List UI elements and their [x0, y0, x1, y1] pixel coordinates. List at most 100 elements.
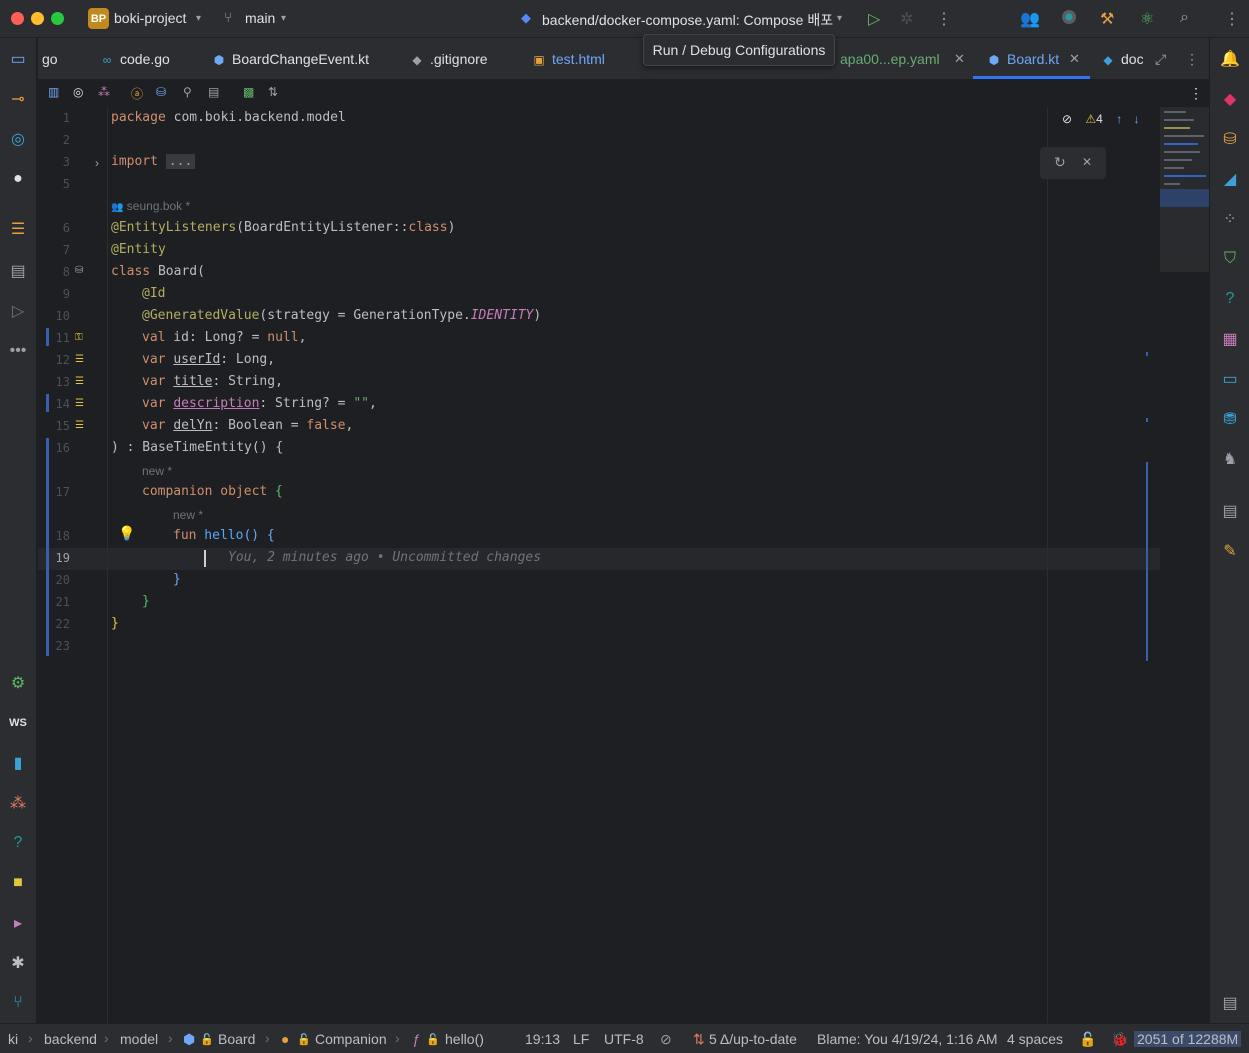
reload-icon[interactable]: ↻ — [1054, 154, 1066, 171]
expand-icon[interactable]: ⤢ — [1155, 51, 1166, 68]
target-icon[interactable]: ◎ — [73, 85, 83, 99]
ai-assistant-icon[interactable]: ⚛ — [1140, 9, 1154, 29]
run-debug-icon[interactable]: ▷ — [7, 300, 29, 322]
table-icon[interactable]: ▦ — [1219, 328, 1241, 350]
github-icon[interactable]: ● — [7, 168, 29, 190]
new-hint[interactable]: new * — [142, 464, 172, 478]
indent-setting[interactable]: 4 spaces — [1007, 1031, 1063, 1047]
cat-icon[interactable]: ♞ — [1219, 448, 1241, 470]
settings-icon[interactable]: ⋮ — [1224, 9, 1240, 29]
breadcrumb-item[interactable]: Board — [218, 1031, 255, 1047]
websocket-icon[interactable]: WS — [7, 712, 29, 734]
reader-mode-icon[interactable]: ⊘ — [1062, 112, 1072, 126]
tab-gitignore[interactable]: ◆ .gitignore — [410, 51, 487, 67]
author-hint[interactable]: 👥 seung.bok * — [111, 199, 190, 213]
help-icon[interactable]: ? — [1219, 288, 1241, 310]
tab-yaml[interactable]: apa00...ep.yaml — [840, 51, 940, 67]
search-icon[interactable]: ⌕ — [1180, 9, 1189, 27]
tab-code-go[interactable]: ∞ code.go — [100, 51, 170, 67]
arrow-up-icon[interactable]: ↑ — [1116, 112, 1122, 126]
breadcrumb-item[interactable]: ki — [8, 1031, 18, 1047]
notes-icon[interactable]: ✎ — [1219, 540, 1241, 562]
tab-board-kt[interactable]: ⬢ Board.kt — [987, 51, 1059, 67]
folded-imports[interactable]: ... — [165, 154, 196, 169]
sort-icon[interactable]: ⇅ — [268, 85, 278, 99]
mysql-icon[interactable]: ◢ — [1219, 168, 1241, 190]
kubernetes-icon[interactable]: ⛃ — [1219, 408, 1241, 430]
zoom-window-button[interactable] — [51, 12, 64, 25]
minimap[interactable] — [1160, 107, 1209, 272]
problems-icon[interactable]: ✱ — [7, 952, 29, 974]
blame-info[interactable]: Blame: You 4/19/24, 1:16 AM — [817, 1031, 998, 1047]
diagram-icon[interactable]: ⁂ — [98, 85, 110, 99]
tab-test-html[interactable]: ▣ test.html — [532, 51, 605, 67]
services-icon[interactable]: ⚙ — [7, 672, 29, 694]
bug-icon[interactable]: 🐞 — [1111, 1031, 1128, 1048]
api-icon[interactable]: ▤ — [1219, 500, 1241, 522]
close-icon[interactable]: ✕ — [1069, 51, 1080, 67]
memory-indicator[interactable]: 2051 of 12288M — [1134, 1031, 1242, 1047]
more-tools-icon[interactable]: ••• — [7, 340, 29, 362]
tab-go[interactable]: go — [42, 51, 58, 67]
notifications-icon[interactable]: 🔔 — [1219, 48, 1241, 70]
help-icon[interactable]: ? — [7, 832, 29, 854]
breadcrumb-item[interactable]: backend — [44, 1031, 97, 1047]
vcs-status[interactable]: 5 Δ/up-to-date — [709, 1031, 797, 1047]
terminal-icon[interactable]: ▸ — [7, 912, 29, 934]
status-indicator-icon[interactable] — [1061, 9, 1077, 30]
file-encoding[interactable]: UTF-8 — [604, 1031, 644, 1047]
project-badge[interactable]: BP — [88, 8, 109, 29]
caret-position[interactable]: 19:13 — [525, 1031, 560, 1047]
code-with-me-icon[interactable]: 👥 — [1020, 9, 1040, 29]
line-separator[interactable]: LF — [573, 1031, 589, 1047]
inspection-widget[interactable]: ⊘ ⚠4 ↑ ↓ — [1062, 112, 1140, 126]
project-selector[interactable]: boki-project — [114, 10, 186, 26]
commit-icon[interactable]: ⊸ — [7, 88, 29, 110]
pin-icon[interactable]: ⚲ — [183, 85, 192, 99]
arrow-down-icon[interactable]: ↓ — [1134, 112, 1140, 126]
breadcrumb-item[interactable]: hello() — [445, 1031, 484, 1047]
breadcrumb-item[interactable]: Companion — [315, 1031, 387, 1047]
more-vertical-icon[interactable]: ⋮ — [1189, 85, 1203, 102]
chat-icon[interactable]: ▭ — [1219, 368, 1241, 390]
gradle-icon[interactable]: ⁘ — [1219, 208, 1241, 230]
api-icon[interactable]: ▤ — [1219, 992, 1241, 1014]
layout-icon[interactable]: ▥ — [48, 85, 59, 99]
more-vertical-icon[interactable]: ⋮ — [936, 9, 952, 29]
database-icon[interactable]: ⛁ — [1219, 128, 1241, 150]
remote-dev-icon[interactable]: ◎ — [7, 128, 29, 150]
api-icon[interactable]: ▤ — [7, 260, 29, 282]
close-window-button[interactable] — [11, 12, 24, 25]
todo-icon[interactable]: ■ — [7, 872, 29, 894]
branch-selector[interactable]: main — [245, 10, 275, 26]
minimap-viewport[interactable] — [1160, 189, 1209, 207]
jetbrains-ai-icon[interactable]: ◆ — [1219, 88, 1241, 110]
print-icon[interactable]: ▤ — [208, 85, 219, 99]
run-icon[interactable]: ▷ — [868, 9, 880, 29]
no-ai-icon[interactable]: ⊘ — [660, 1031, 672, 1048]
plugins-icon[interactable]: ⁂ — [7, 792, 29, 814]
bean-icon[interactable]: ⛁ — [156, 85, 166, 99]
spring-icon[interactable]: ▩ — [243, 85, 254, 99]
tab-board-change-event[interactable]: ⬢ BoardChangeEvent.kt — [212, 51, 369, 67]
minimize-window-button[interactable] — [31, 12, 44, 25]
new-hint[interactable]: new * — [173, 508, 203, 522]
close-icon[interactable]: ✕ — [1082, 155, 1092, 169]
tab-doc[interactable]: ◆ doc — [1101, 51, 1143, 67]
bookmarks-icon[interactable]: ▮ — [7, 752, 29, 774]
project-icon[interactable]: ▭ — [7, 48, 29, 70]
annotation-icon[interactable]: ⓐ — [131, 85, 143, 102]
lock-icon[interactable]: 🔓 — [1079, 1031, 1096, 1048]
code-editor[interactable]: 1 2 3 5 6 7 8 9 10 11 12 13 14 15 16 17 … — [38, 107, 1209, 1023]
breadcrumb-item[interactable]: model — [120, 1031, 158, 1047]
fold-expand-icon[interactable]: › — [95, 156, 99, 170]
build-tools-icon[interactable]: ⚒ — [1100, 9, 1114, 29]
lightbulb-icon[interactable]: 💡 — [118, 525, 135, 542]
security-icon[interactable]: ⛉ — [1219, 248, 1241, 270]
run-config-selector[interactable]: backend/docker-compose.yaml: Compose 배포 — [542, 10, 833, 30]
git-icon[interactable]: ⑂ — [7, 992, 29, 1014]
more-vertical-icon[interactable]: ⋮ — [1185, 51, 1199, 68]
structure-icon[interactable]: ☰ — [7, 218, 29, 240]
close-icon[interactable]: ✕ — [954, 51, 965, 67]
debug-icon[interactable]: ✲ — [900, 9, 913, 29]
